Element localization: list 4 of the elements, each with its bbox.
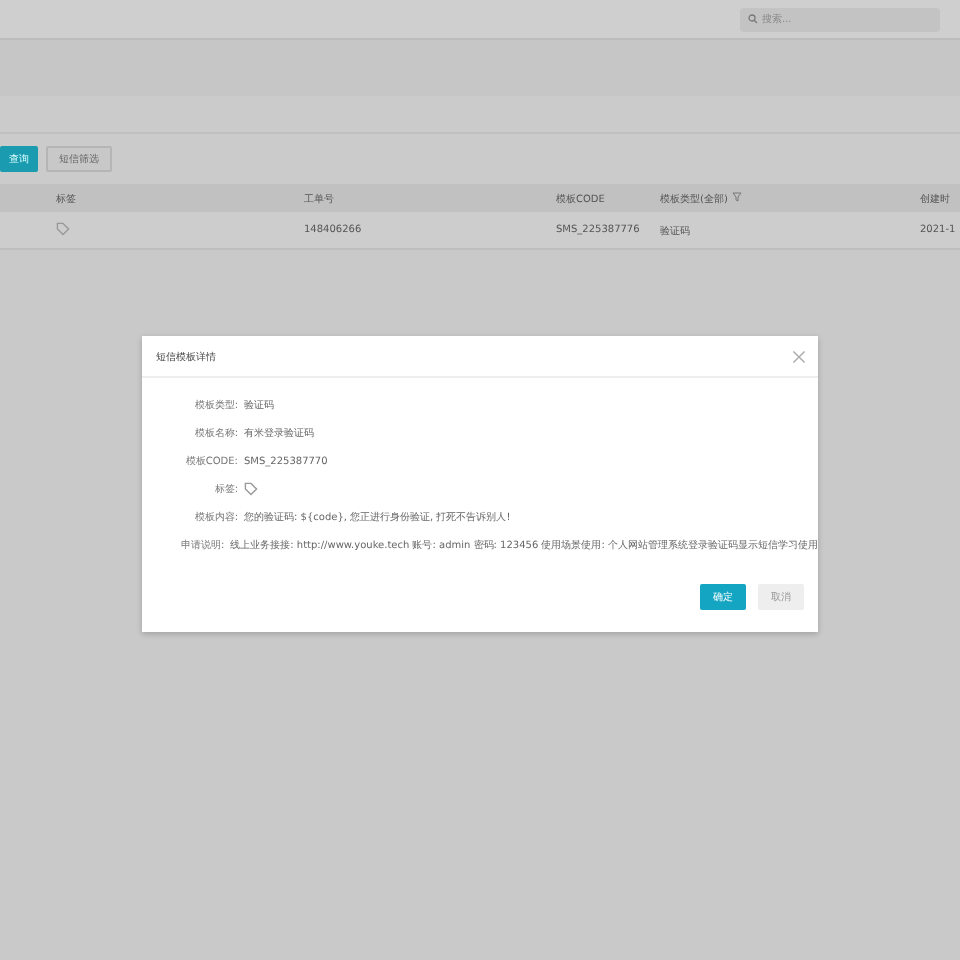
filter-icon[interactable] — [731, 191, 741, 201]
tag-icon — [56, 221, 70, 235]
tag-icon — [244, 482, 258, 496]
close-icon[interactable] — [792, 349, 806, 363]
